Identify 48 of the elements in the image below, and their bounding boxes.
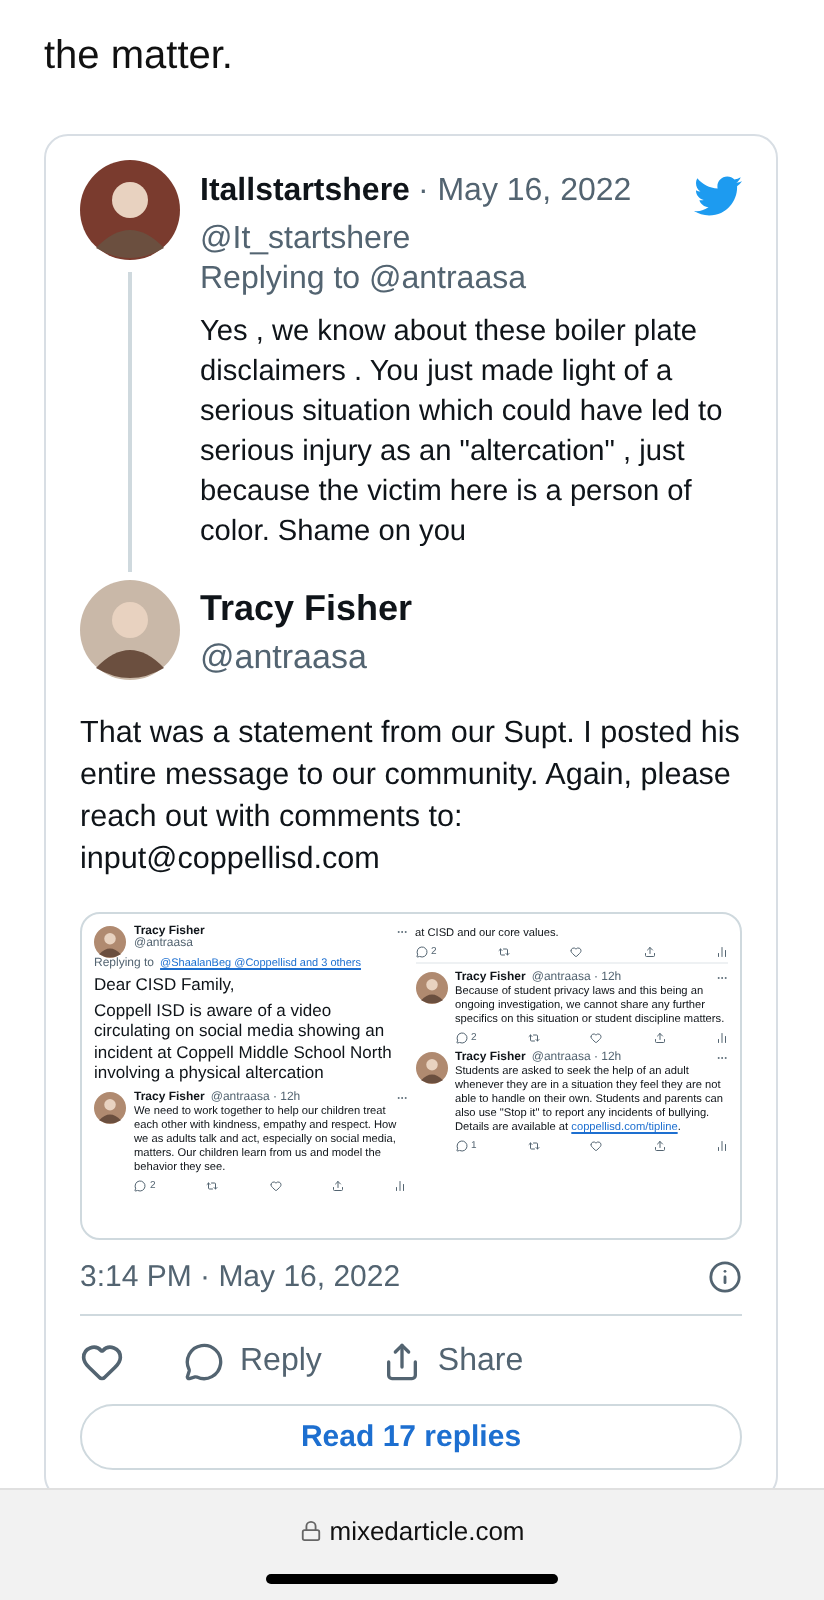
author-handle: @antraasa — [200, 638, 369, 678]
author-handle: @It_startshere — [200, 220, 413, 260]
avatar-icon — [80, 160, 180, 260]
share-icon[interactable] — [332, 1179, 345, 1191]
stats-icon[interactable] — [715, 946, 728, 958]
replying-to-text: Replying to @antraasa — [200, 260, 528, 300]
tweet-timestamp: 3:14 PM · May 16, 2022 — [80, 1260, 401, 1294]
article-text: the matter. — [44, 32, 235, 82]
greeting-text: Dear CISD Family, — [94, 974, 237, 995]
tweet-text: That was a statement from our Supt. I posted his entire message to our community. Again, please reach out with comments to: input@coppellisd.com — [80, 714, 742, 880]
reply-icon[interactable] — [455, 1140, 467, 1152]
avatar-icon — [415, 1052, 447, 1084]
share-icon — [381, 1342, 422, 1382]
reply-icon[interactable] — [455, 1032, 467, 1044]
tweet-text: Coppell ISD is aware of a video circulating on social media showing an incident at Coppell Middle School North involving a physical altercation — [94, 999, 394, 1083]
like-icon[interactable] — [590, 1140, 603, 1152]
share-icon[interactable] — [643, 946, 656, 958]
share-button[interactable]: Share — [381, 1342, 524, 1382]
reply-icon[interactable] — [415, 946, 427, 958]
author-name: Tracy Fisher — [200, 588, 415, 630]
retweet-icon[interactable] — [497, 946, 510, 958]
like-icon[interactable] — [590, 1032, 603, 1044]
like-icon[interactable] — [570, 946, 583, 958]
address-text[interactable]: mixedarticle.com — [329, 1516, 525, 1546]
avatar-icon — [80, 580, 180, 680]
like-button[interactable] — [80, 1340, 124, 1384]
reply-button[interactable]: Reply — [184, 1342, 322, 1382]
info-icon[interactable] — [708, 1260, 742, 1294]
read-replies-button[interactable]: Read 17 replies — [80, 1404, 742, 1470]
author-name: Itallstartshere — [200, 174, 410, 210]
speech-bubble-icon — [184, 1342, 224, 1382]
reply-icon[interactable] — [134, 1179, 146, 1191]
avatar-icon — [94, 926, 126, 958]
retweet-icon[interactable] — [527, 1140, 540, 1152]
avatar-icon — [415, 972, 447, 1004]
share-icon[interactable] — [653, 1032, 666, 1044]
stats-icon[interactable] — [394, 1179, 407, 1191]
like-icon[interactable] — [269, 1179, 282, 1191]
retweet-icon[interactable] — [527, 1032, 540, 1044]
share-icon[interactable] — [653, 1140, 666, 1152]
avatar-icon — [94, 1091, 126, 1123]
lock-icon — [299, 1520, 322, 1542]
stats-icon[interactable] — [715, 1140, 728, 1152]
tweet-date: · May 16, 2022 — [417, 172, 632, 212]
retweet-icon[interactable] — [206, 1179, 219, 1191]
tweet-text: Yes , we know about these boiler plate disclaimers . You just made light of a serious situation which could have led to serious injury as an "altercation" , just because the victim here is a person of color. Shame on you — [200, 314, 725, 552]
bird-icon — [694, 172, 742, 220]
stats-icon[interactable] — [715, 1032, 728, 1044]
